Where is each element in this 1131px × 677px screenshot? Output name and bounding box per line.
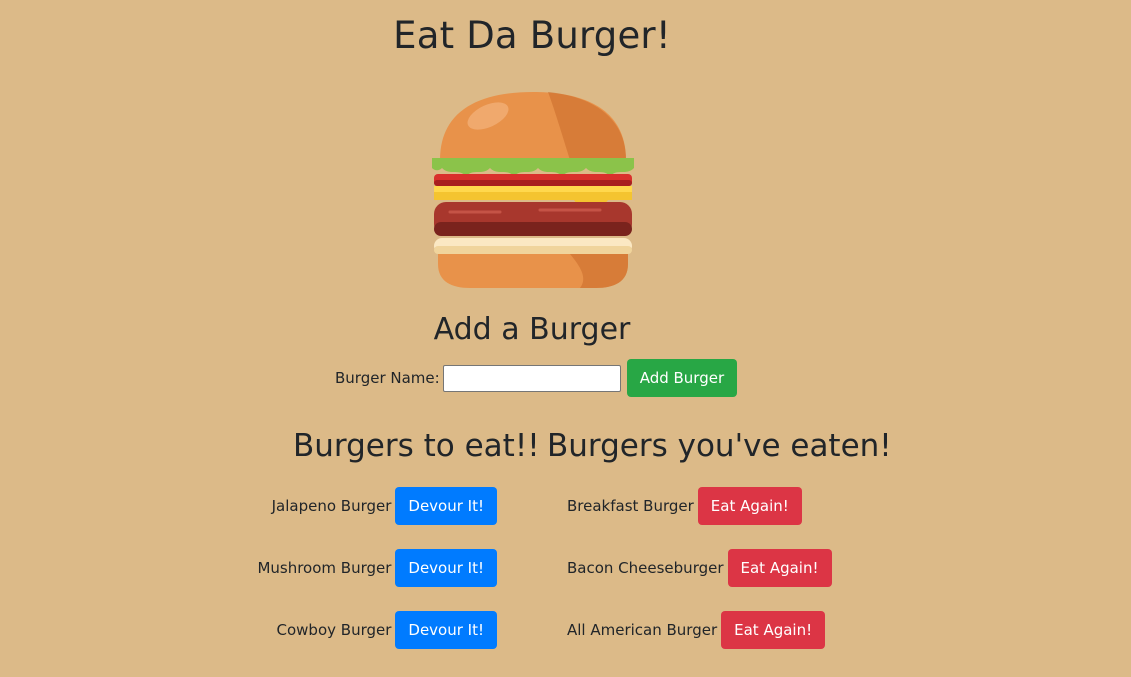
eaten-item: Breakfast Burger Eat Again! [567, 487, 802, 525]
devour-button[interactable]: Devour It! [395, 487, 497, 525]
to-eat-item: Cowboy Burger Devour It! [277, 611, 497, 649]
add-burger-heading: Add a Burger [433, 312, 631, 347]
burger-name: Mushroom Burger [257, 559, 392, 577]
to-eat-item: Mushroom Burger Devour It! [257, 549, 497, 587]
eaten-item: All American Burger Eat Again! [567, 611, 826, 649]
burger-name: Cowboy Burger [276, 621, 392, 639]
page-title: Eat Da Burger! [393, 14, 671, 57]
eat-again-button[interactable]: Eat Again! [697, 487, 802, 525]
eaten-item: Bacon Cheeseburger Eat Again! [567, 549, 832, 587]
burger-illustration-icon [432, 92, 634, 288]
to-eat-item: Jalapeno Burger Devour It! [272, 487, 497, 525]
burger-name: Jalapeno Burger [271, 497, 392, 515]
burger-name: Breakfast Burger [567, 497, 694, 515]
burger-name-label: Burger Name: [335, 369, 440, 387]
devour-button[interactable]: Devour It! [395, 611, 497, 649]
eat-again-button[interactable]: Eat Again! [727, 549, 832, 587]
burger-name: All American Burger [567, 621, 718, 639]
devour-button[interactable]: Devour It! [395, 549, 497, 587]
eat-again-button[interactable]: Eat Again! [721, 611, 826, 649]
add-burger-button[interactable]: Add Burger [626, 359, 738, 397]
burger-name: Bacon Cheeseburger [567, 559, 724, 577]
burgers-to-eat-heading: Burgers to eat!! [293, 428, 540, 464]
burgers-eaten-heading: Burgers you've eaten! [547, 428, 892, 464]
add-burger-form: Burger Name: Add Burger [335, 359, 738, 397]
burger-name-input[interactable] [442, 364, 621, 392]
